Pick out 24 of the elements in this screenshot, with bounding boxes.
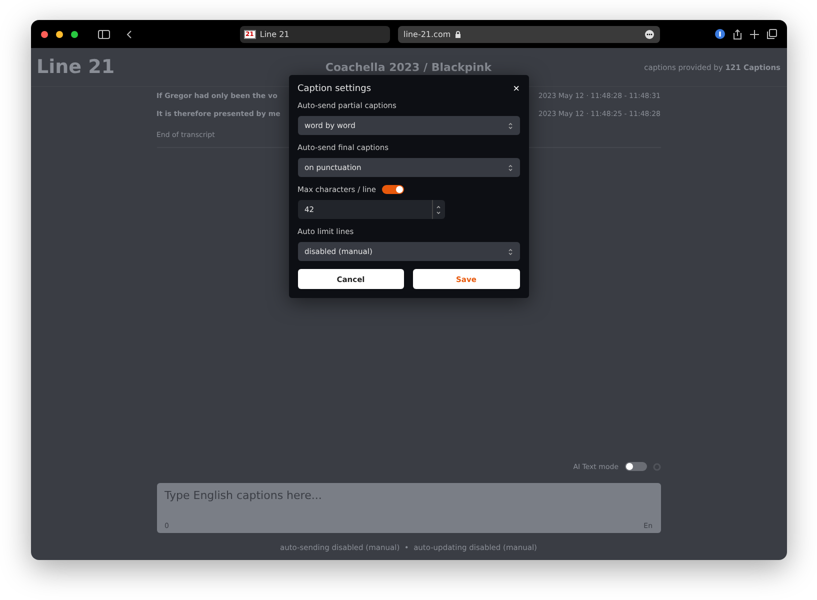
- password-icon[interactable]: [714, 29, 724, 39]
- app-logo: Line 21: [36, 56, 116, 78]
- back-icon[interactable]: [126, 30, 132, 38]
- tabs-icon[interactable]: [766, 29, 776, 39]
- ai-mode-toggle[interactable]: [624, 462, 646, 471]
- stepper-icon[interactable]: [436, 204, 441, 216]
- close-button[interactable]: ×: [513, 83, 520, 95]
- minimize-dot[interactable]: [56, 30, 62, 38]
- address-bar[interactable]: line-21.com: [398, 26, 660, 42]
- dialog-title: Caption settings: [298, 84, 372, 94]
- tab-title: Line 21: [260, 30, 290, 38]
- sidebar-icon[interactable]: [98, 30, 110, 38]
- event-title: Coachella 2023 / Blackpink: [324, 60, 493, 74]
- close-dot[interactable]: [40, 30, 48, 38]
- updown-icon: [508, 164, 512, 172]
- plus-icon[interactable]: [750, 30, 758, 38]
- updown-icon: [508, 248, 512, 256]
- share-icon[interactable]: [732, 28, 742, 40]
- limit-toggle[interactable]: [382, 185, 404, 194]
- more-icon[interactable]: [644, 30, 654, 38]
- zoom-dot[interactable]: [70, 30, 78, 38]
- address-text: line-21.com: [404, 30, 451, 38]
- updown-icon: [508, 122, 512, 130]
- lock-icon: [454, 30, 461, 38]
